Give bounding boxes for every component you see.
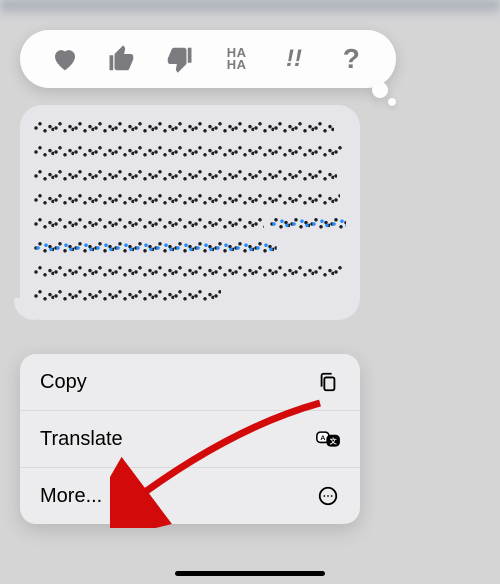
home-indicator[interactable] <box>175 571 325 576</box>
haha-icon: HAHA <box>227 47 247 71</box>
menu-label: Copy <box>40 371 87 394</box>
blurred-header <box>0 0 500 18</box>
copy-icon <box>316 370 340 394</box>
redacted-text <box>34 217 264 231</box>
message-bubble-tail <box>14 298 36 320</box>
redacted-text <box>34 121 334 135</box>
redacted-text <box>34 145 343 159</box>
heart-icon <box>50 44 80 74</box>
redacted-link <box>270 217 347 231</box>
exclaim-icon: !! <box>286 45 302 73</box>
translate-icon: A 文 <box>316 427 340 451</box>
menu-item-more[interactable]: More... <box>20 468 360 524</box>
tapback-exclaim[interactable]: !! <box>274 39 314 79</box>
redacted-text <box>34 169 337 183</box>
tapback-question[interactable]: ? <box>331 39 371 79</box>
question-icon: ? <box>343 43 360 75</box>
context-menu: Copy Translate A 文 More... <box>20 354 360 524</box>
tapback-thumbs-up[interactable] <box>102 39 142 79</box>
tapback-bubble-tail <box>372 82 388 98</box>
tapback-haha[interactable]: HAHA <box>217 39 257 79</box>
tapback-thumbs-down[interactable] <box>159 39 199 79</box>
redacted-link <box>34 241 277 255</box>
thumbs-down-icon <box>164 44 194 74</box>
thumbs-up-icon <box>107 44 137 74</box>
tapback-bar: HAHA !! ? <box>20 30 396 88</box>
svg-text:A: A <box>320 435 325 442</box>
redacted-text <box>34 265 343 279</box>
tapback-heart[interactable] <box>45 39 85 79</box>
menu-label: Translate <box>40 428 123 451</box>
message-bubble[interactable] <box>20 105 360 320</box>
menu-label: More... <box>40 485 102 508</box>
redacted-text <box>34 289 221 303</box>
svg-text:文: 文 <box>329 436 337 445</box>
menu-item-translate[interactable]: Translate A 文 <box>20 411 360 468</box>
tapback-bubble-tail-small <box>388 98 396 106</box>
menu-item-copy[interactable]: Copy <box>20 354 360 411</box>
more-icon <box>316 484 340 508</box>
redacted-text <box>34 193 340 207</box>
